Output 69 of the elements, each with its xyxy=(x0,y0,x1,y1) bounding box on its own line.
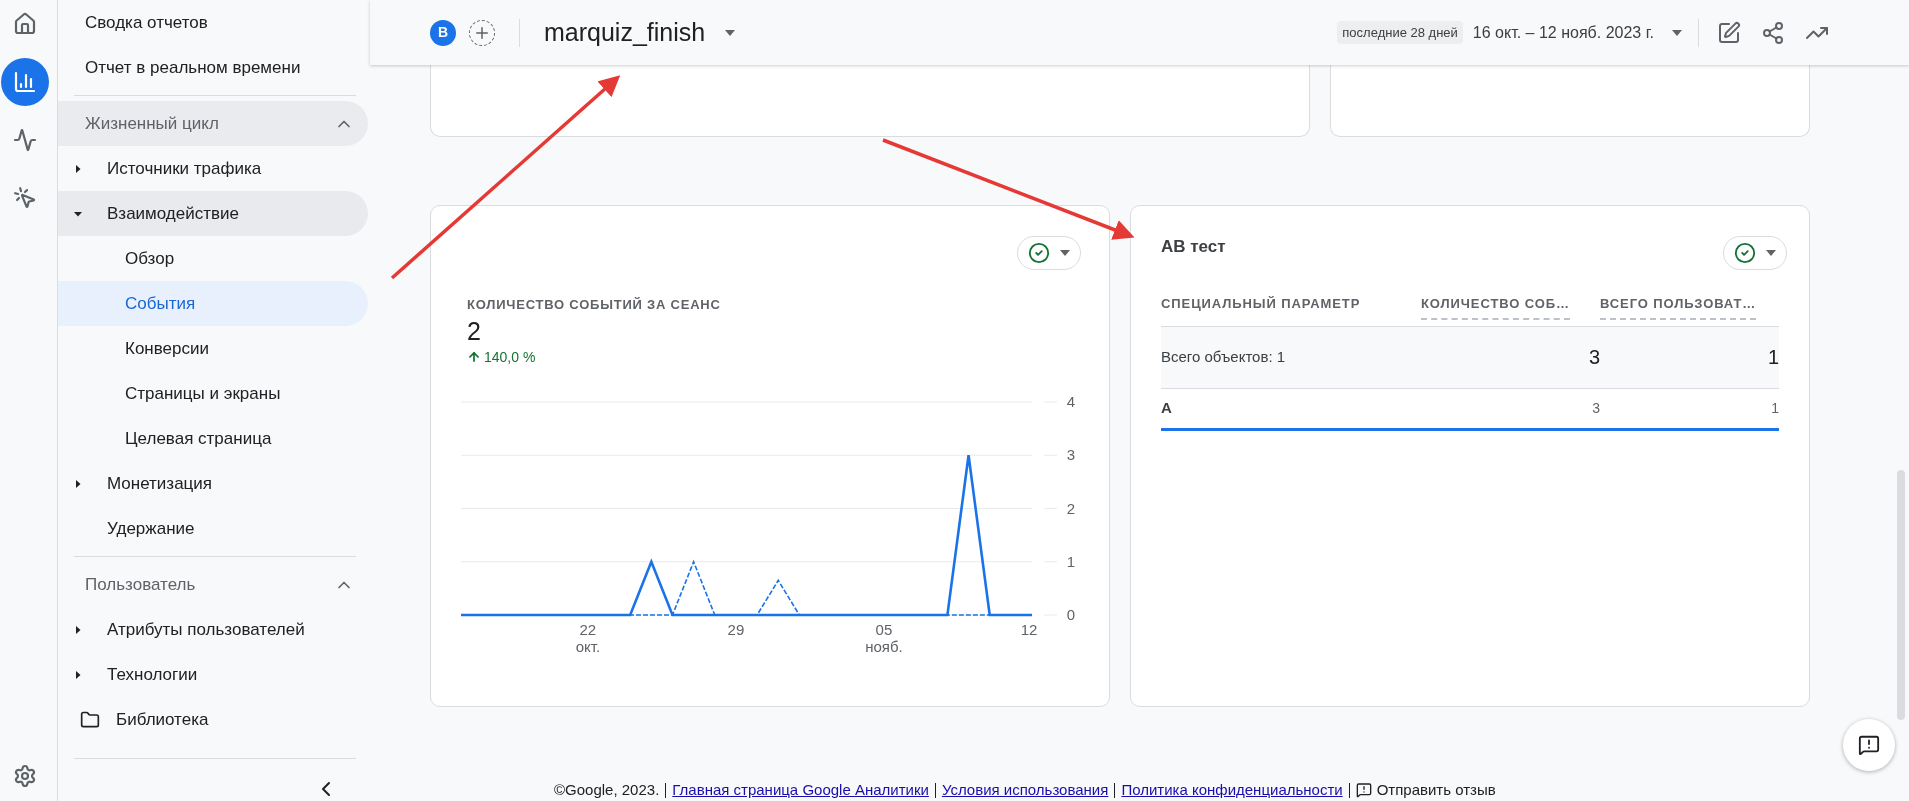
axis-tick-label: 1 xyxy=(1066,552,1075,570)
metric-value: 2 xyxy=(467,315,481,347)
metric-change: 140,0 % xyxy=(467,346,536,368)
section-header[interactable]: Жизненный цикл xyxy=(58,101,368,146)
settings-icon xyxy=(13,764,37,788)
edit-report-button[interactable] xyxy=(1717,20,1741,45)
report-title-dropdown[interactable]: marquiz_finish xyxy=(544,13,736,52)
sidebar-group[interactable]: Источники трафика xyxy=(58,146,368,191)
footer-link[interactable]: Политика конфиденциальности xyxy=(1121,779,1343,801)
cursor-click-icon xyxy=(13,186,37,210)
account-avatar[interactable]: B xyxy=(430,19,456,46)
period-chip: последние 28 дней xyxy=(1337,20,1463,45)
sidebar-link[interactable]: Отчет в реальном времени xyxy=(58,45,368,90)
sidebar-subitem[interactable]: Страницы и экраны xyxy=(58,371,368,416)
axis-tick-label: нояб. xyxy=(865,637,903,655)
metric-label: КОЛИЧЕСТВО СОБЫТИЙ ЗА СЕАНС xyxy=(467,296,721,314)
caret-icon xyxy=(1060,250,1070,256)
sidebar-subitem[interactable]: События xyxy=(58,281,368,326)
compare-dropdown[interactable] xyxy=(1723,236,1787,270)
nav-rail-button[interactable] xyxy=(1,58,49,106)
feedback-link[interactable]: Отправить отзыв xyxy=(1355,779,1496,801)
compare-dropdown[interactable] xyxy=(1017,236,1081,270)
axis-tick-label: 29 xyxy=(727,620,745,638)
table-cell-text: Всего объектов: 1 xyxy=(1161,346,1287,367)
footer-link[interactable]: Главная страница Google Аналитики xyxy=(672,779,929,801)
column-header[interactable]: ВСЕГО ПОЛЬЗОВАТ… xyxy=(1600,294,1757,320)
table-cell-text: 3 xyxy=(1587,345,1600,370)
axis-tick-label: 22 xyxy=(579,620,597,638)
edit-chart-icon xyxy=(1717,20,1741,45)
table-cell-text: 1 xyxy=(1770,398,1779,418)
axis-tick-label: 05 xyxy=(875,620,893,638)
sidebar-group[interactable]: Технологии xyxy=(58,652,368,697)
date-range-dropdown[interactable]: 16 окт. – 12 нояб. 2023 г. xyxy=(1472,20,1682,45)
sidebar-group[interactable]: Атрибуты пользователей xyxy=(58,607,368,652)
axis-tick-label: 12 xyxy=(1020,620,1038,638)
axis-tick-label: 3 xyxy=(1066,445,1075,463)
card-title: AB тест xyxy=(1161,236,1226,258)
column-header[interactable]: СПЕЦИАЛЬНЫЙ ПАРАМЕТР xyxy=(1161,294,1421,318)
bar-chart-icon xyxy=(13,70,37,94)
sidebar-subitem[interactable]: Обзор xyxy=(58,236,368,281)
axis-tick-label: 2 xyxy=(1066,499,1075,516)
home-icon xyxy=(13,12,37,36)
axis-tick-label: 0 xyxy=(1066,605,1075,623)
copyright-text: ©Google, 2023. xyxy=(554,780,660,800)
footer-link[interactable]: Условия использования xyxy=(941,779,1109,801)
feedback-icon xyxy=(1858,734,1880,756)
table-cell-text: 1 xyxy=(1766,345,1779,370)
folder-icon xyxy=(80,709,100,730)
sidebar-subitem[interactable]: Конверсии xyxy=(58,326,368,371)
sidebar-link[interactable]: Сводка отчетов xyxy=(58,0,368,45)
feedback-button[interactable] xyxy=(1843,719,1895,771)
feedback-icon xyxy=(1355,782,1372,799)
sidebar-link[interactable]: Удержание xyxy=(58,506,368,551)
sidebar-subitem[interactable]: Целевая страница xyxy=(58,416,368,461)
table-cell-text: 3 xyxy=(1591,398,1600,418)
check-circle-icon xyxy=(1734,242,1756,264)
caret-icon xyxy=(1766,250,1776,256)
check-circle-icon xyxy=(1028,242,1050,264)
caret-icon xyxy=(725,29,736,36)
sidebar-group[interactable]: Взаимодействие xyxy=(58,191,368,236)
library-link[interactable]: Библиотека xyxy=(58,697,368,742)
share-button[interactable] xyxy=(1761,20,1785,45)
axis-tick-label: 4 xyxy=(1066,392,1075,410)
table-cell-text: A xyxy=(1161,397,1173,418)
sidebar-group[interactable]: Монетизация xyxy=(58,461,368,506)
caret-icon xyxy=(1672,29,1682,36)
axis-tick-label: окт. xyxy=(575,637,601,655)
share-icon xyxy=(1761,20,1785,45)
column-header[interactable]: КОЛИЧЕСТВО СОБ… xyxy=(1421,294,1570,320)
